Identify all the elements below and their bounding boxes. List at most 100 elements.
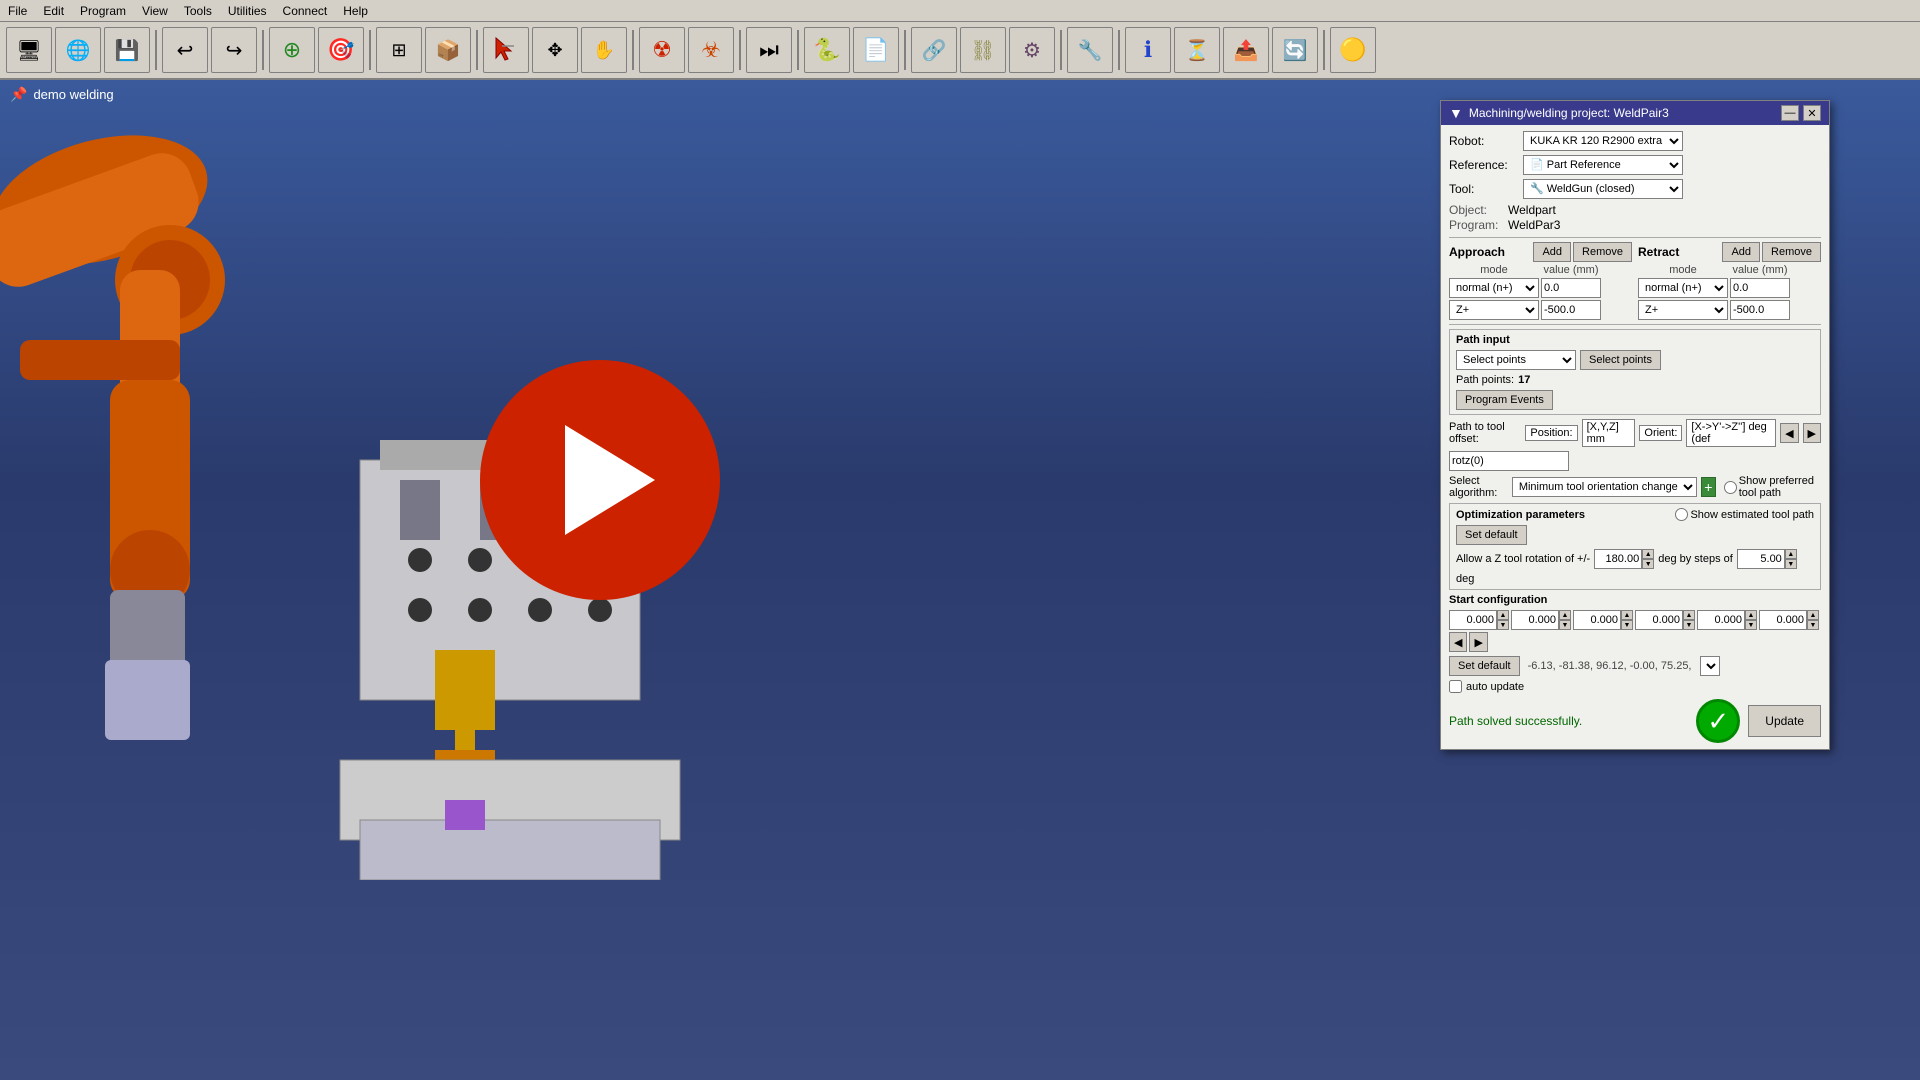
cfg2-down[interactable]: ▼ — [1559, 620, 1571, 630]
python-btn[interactable]: 🐍 — [804, 27, 850, 73]
cfg3-up[interactable]: ▲ — [1621, 610, 1633, 620]
config-input-2[interactable] — [1511, 610, 1559, 630]
skip-btn[interactable]: ⏭ — [746, 27, 792, 73]
approach-remove-btn[interactable]: Remove — [1573, 242, 1632, 262]
menu-tools[interactable]: Tools — [176, 2, 220, 20]
select-points-dropdown[interactable]: Select points — [1456, 350, 1576, 370]
reference-select[interactable]: 📄 Part Reference — [1523, 155, 1683, 175]
menu-view[interactable]: View — [134, 2, 176, 20]
radiation2-btn[interactable]: ☣ — [688, 27, 734, 73]
box-btn[interactable]: 📦 — [425, 27, 471, 73]
tool-select[interactable]: 🔧 WeldGun (closed) — [1523, 179, 1683, 199]
config-spin-1[interactable]: ▲▼ — [1449, 610, 1509, 630]
save-btn[interactable]: 💾 — [104, 27, 150, 73]
auto-update-checkbox[interactable] — [1449, 680, 1462, 693]
formula-input[interactable] — [1449, 451, 1569, 471]
config-paste-btn[interactable]: ▶ — [1469, 632, 1487, 652]
menu-edit[interactable]: Edit — [35, 2, 72, 20]
minimize-button[interactable]: — — [1781, 105, 1799, 121]
start-config-set-default-btn[interactable]: Set default — [1449, 656, 1520, 676]
config-copy-btn[interactable]: ◀ — [1449, 632, 1467, 652]
refresh-btn[interactable]: 🔄 — [1272, 27, 1318, 73]
cfg2-up[interactable]: ▲ — [1559, 610, 1571, 620]
retract-remove-btn[interactable]: Remove — [1762, 242, 1821, 262]
info-btn[interactable]: ℹ — [1125, 27, 1171, 73]
retract-value1-input[interactable] — [1730, 278, 1790, 298]
menu-connect[interactable]: Connect — [275, 2, 336, 20]
retract-mode2-select[interactable]: Z+ — [1638, 300, 1728, 320]
add-path-btn[interactable]: ⊕ — [269, 27, 315, 73]
cfg4-up[interactable]: ▲ — [1683, 610, 1695, 620]
monitor-btn[interactable]: 🖥 — [6, 27, 52, 73]
config-input-6[interactable] — [1759, 610, 1807, 630]
robot-select[interactable]: KUKA KR 120 R2900 extra — [1523, 131, 1683, 151]
config-input-1[interactable] — [1449, 610, 1497, 630]
fit-btn[interactable]: ⊞ — [376, 27, 422, 73]
config-input-5[interactable] — [1697, 610, 1745, 630]
menu-program[interactable]: Program — [72, 2, 134, 20]
export-btn[interactable]: 📤 — [1223, 27, 1269, 73]
orient-left-btn[interactable]: ◀ — [1780, 423, 1798, 443]
cfg3-down[interactable]: ▼ — [1621, 620, 1633, 630]
show-preferred-radio[interactable] — [1724, 481, 1737, 494]
retract-value2-input[interactable] — [1730, 300, 1790, 320]
cfg1-down[interactable]: ▼ — [1497, 620, 1509, 630]
approach-value2-input[interactable] — [1541, 300, 1601, 320]
program-events-btn[interactable]: Program Events — [1456, 390, 1553, 410]
config-input-3[interactable] — [1573, 610, 1621, 630]
cfg5-down[interactable]: ▼ — [1745, 620, 1757, 630]
cfg6-up[interactable]: ▲ — [1807, 610, 1819, 620]
show-estimated-radio[interactable] — [1675, 508, 1688, 521]
steps-spin[interactable]: ▲ ▼ — [1737, 549, 1797, 569]
config-input-4[interactable] — [1635, 610, 1683, 630]
steps-input[interactable] — [1737, 549, 1785, 569]
chain-btn[interactable]: ⛓ — [960, 27, 1006, 73]
play-button[interactable] — [480, 360, 720, 600]
cfg1-up[interactable]: ▲ — [1497, 610, 1509, 620]
z-rotation-up[interactable]: ▲ — [1642, 549, 1654, 559]
config-dropdown[interactable]: ▼ — [1700, 656, 1720, 676]
config-spin-6[interactable]: ▲▼ — [1759, 610, 1819, 630]
tool-btn[interactable]: 🔧 — [1067, 27, 1113, 73]
menu-utilities[interactable]: Utilities — [220, 2, 275, 20]
cfg4-down[interactable]: ▼ — [1683, 620, 1695, 630]
cfg6-down[interactable]: ▼ — [1807, 620, 1819, 630]
steps-down[interactable]: ▼ — [1785, 559, 1797, 569]
globe-btn[interactable]: 🌐 — [55, 27, 101, 73]
z-rotation-input[interactable] — [1594, 549, 1642, 569]
menu-help[interactable]: Help — [335, 2, 376, 20]
z-rotation-spin[interactable]: ▲ ▼ — [1594, 549, 1654, 569]
steps-up[interactable]: ▲ — [1785, 549, 1797, 559]
approach-mode2-select[interactable]: Z+ — [1449, 300, 1539, 320]
orient-right-btn[interactable]: ▶ — [1803, 423, 1821, 443]
undo-btn[interactable]: ↩ — [162, 27, 208, 73]
menu-file[interactable]: File — [0, 2, 35, 20]
doc-btn[interactable]: 📄 — [853, 27, 899, 73]
close-button[interactable]: ✕ — [1803, 105, 1821, 121]
config-spin-5[interactable]: ▲▼ — [1697, 610, 1757, 630]
opt-set-default-btn[interactable]: Set default — [1456, 525, 1527, 545]
retract-add-btn[interactable]: Add — [1722, 242, 1760, 262]
config-spin-3[interactable]: ▲▼ — [1573, 610, 1633, 630]
move-btn[interactable]: ✥ — [532, 27, 578, 73]
algo-select[interactable]: Minimum tool orientation change — [1512, 477, 1697, 497]
select-arrow-btn[interactable] — [483, 27, 529, 73]
target-btn[interactable]: 🎯 — [318, 27, 364, 73]
timer-btn[interactable]: ⏳ — [1174, 27, 1220, 73]
z-rotation-down[interactable]: ▼ — [1642, 559, 1654, 569]
approach-mode1-select[interactable]: normal (n+) — [1449, 278, 1539, 298]
retract-mode1-select[interactable]: normal (n+) — [1638, 278, 1728, 298]
config-spin-4[interactable]: ▲▼ — [1635, 610, 1695, 630]
cube-btn[interactable]: 🟡 — [1330, 27, 1376, 73]
cfg5-up[interactable]: ▲ — [1745, 610, 1757, 620]
pan-btn[interactable]: ✋ — [581, 27, 627, 73]
select-points-btn[interactable]: Select points — [1580, 350, 1661, 370]
approach-add-btn[interactable]: Add — [1533, 242, 1571, 262]
algo-add-btn[interactable]: + — [1701, 477, 1716, 497]
config-spin-2[interactable]: ▲▼ — [1511, 610, 1571, 630]
gear3-btn[interactable]: ⚙ — [1009, 27, 1055, 73]
radiation-btn[interactable]: ☢ — [639, 27, 685, 73]
update-button[interactable]: Update — [1748, 705, 1821, 737]
link-btn[interactable]: 🔗 — [911, 27, 957, 73]
approach-value1-input[interactable] — [1541, 278, 1601, 298]
